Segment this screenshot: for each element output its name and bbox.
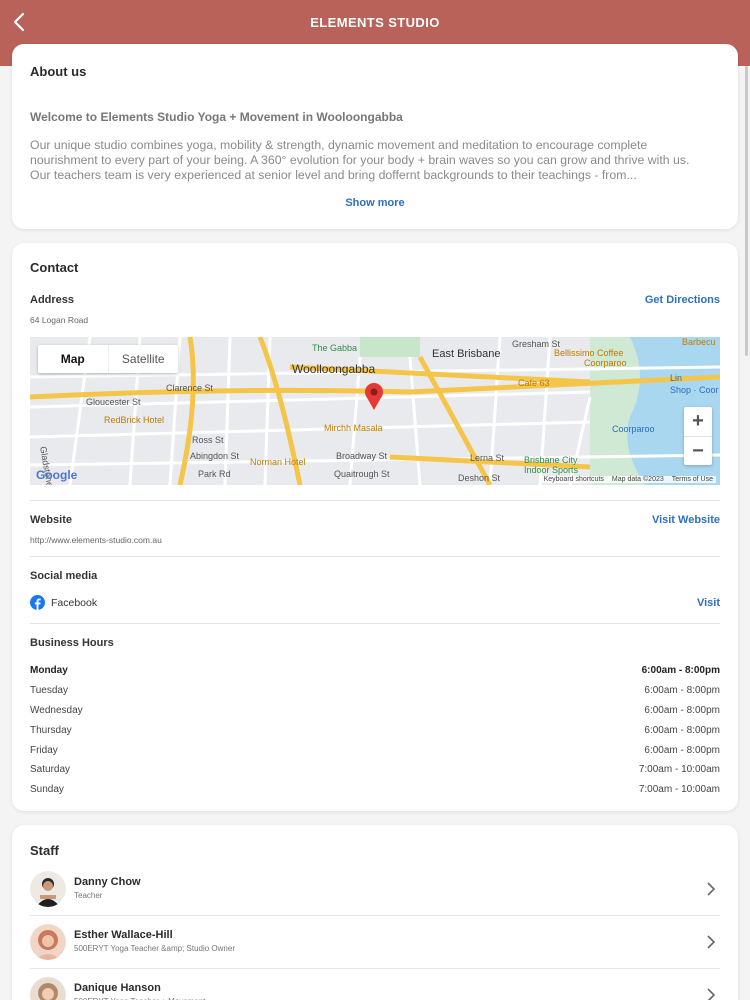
svg-text:Coorparoo: Coorparoo: [612, 424, 655, 434]
chevron-right-icon: [707, 882, 716, 896]
social-media-label: Social media: [30, 570, 98, 582]
staff-name: Danique Hanson: [74, 982, 161, 994]
staff-row-danny-chow[interactable]: Danny Chow Teacher: [30, 863, 720, 916]
map-view[interactable]: The Gabba East Brisbane Woolloongabba Gr…: [30, 337, 720, 485]
svg-text:Ross St: Ross St: [192, 435, 224, 445]
staff-name: Danny Chow: [74, 876, 141, 888]
divider: [30, 500, 720, 501]
svg-text:Woolloongabba: Woolloongabba: [292, 362, 376, 376]
hours-row: Monday 6:00am - 8:00pm: [30, 665, 720, 677]
get-directions-link[interactable]: Get Directions: [645, 294, 720, 306]
svg-text:Indoor Sports: Indoor Sports: [524, 465, 579, 475]
terms-link[interactable]: Terms of Use: [672, 476, 713, 483]
avatar: [30, 924, 66, 960]
svg-text:Brisbane City: Brisbane City: [524, 455, 578, 465]
map-tab[interactable]: Map: [38, 345, 109, 373]
address-value: 64 Logan Road: [30, 315, 89, 325]
google-logo: Google: [36, 468, 78, 482]
about-card: About us Welcome to Elements Studio Yoga…: [12, 44, 738, 229]
svg-text:RedBrick Hotel: RedBrick Hotel: [104, 415, 164, 425]
staff-row-danique-hanson[interactable]: Danique Hanson 500ERYT Yoga Teacher + Mo…: [30, 969, 720, 1000]
svg-text:Quaitrough St: Quaitrough St: [334, 469, 390, 479]
svg-text:Deshon St: Deshon St: [458, 473, 501, 483]
visit-facebook-link[interactable]: Visit: [697, 597, 720, 609]
svg-text:East Brisbane: East Brisbane: [432, 348, 500, 360]
divider: [30, 623, 720, 624]
hours-row: Friday 6:00am - 8:00pm: [30, 744, 720, 756]
zoom-out-button[interactable]: −: [684, 436, 712, 465]
map-data-text: Map data ©2023: [611, 476, 664, 483]
staff-name: Esther Wallace-Hill: [74, 929, 173, 941]
visit-website-link[interactable]: Visit Website: [652, 514, 720, 526]
svg-text:Lerna St: Lerna St: [470, 453, 505, 463]
svg-text:Park Rd: Park Rd: [198, 469, 231, 479]
map-type-toggle: Map Satellite: [38, 345, 178, 373]
svg-text:Cafe 63: Cafe 63: [518, 378, 550, 388]
about-description: Our unique studio combines yoga, mobilit…: [30, 138, 690, 182]
svg-text:Gloucester St: Gloucester St: [86, 397, 141, 407]
page-title: ELEMENTS STUDIO: [310, 15, 440, 30]
contact-title: Contact: [30, 260, 79, 275]
address-label: Address: [30, 294, 75, 306]
staff-card: Staff Danny Chow Teacher Esther Wallace-…: [12, 825, 738, 1000]
hours-row: Wednesday 6:00am - 8:00pm: [30, 704, 720, 716]
website-label: Website: [30, 514, 72, 526]
map-attribution: Keyboard shortcuts Map data ©2023 Terms …: [540, 476, 716, 483]
avatar: [30, 977, 66, 1000]
contact-card: Contact Address 64 Logan Road Get Direct…: [12, 243, 738, 811]
chevron-right-icon: [707, 988, 716, 1000]
svg-text:Broadway St: Broadway St: [336, 451, 388, 461]
svg-text:Clarence St: Clarence St: [166, 383, 214, 393]
svg-text:Norman Hotel: Norman Hotel: [250, 457, 306, 467]
satellite-tab[interactable]: Satellite: [109, 345, 179, 373]
svg-text:Mirchh Masala: Mirchh Masala: [324, 423, 383, 433]
hours-row: Tuesday 6:00am - 8:00pm: [30, 685, 720, 697]
social-item-facebook: Facebook: [30, 595, 97, 610]
staff-title: Staff: [30, 843, 59, 858]
hours-row: Saturday 7:00am - 10:00am: [30, 764, 720, 776]
svg-text:The Gabba: The Gabba: [312, 343, 357, 353]
avatar: [30, 871, 66, 907]
chevron-right-icon: [707, 935, 716, 949]
welcome-heading: Welcome to Elements Studio Yoga + Moveme…: [30, 110, 403, 124]
facebook-icon: [30, 595, 45, 610]
svg-text:Lin: Lin: [670, 373, 682, 383]
svg-text:Barbecu: Barbecu: [682, 337, 716, 347]
zoom-in-button[interactable]: +: [684, 407, 712, 436]
business-hours-list: Monday 6:00am - 8:00pm Tuesday 6:00am - 8:…: [30, 661, 720, 800]
zoom-controls: + −: [684, 407, 712, 465]
divider: [30, 556, 720, 557]
keyboard-shortcuts-link[interactable]: Keyboard shortcuts: [544, 476, 604, 483]
svg-text:Coorparoo: Coorparoo: [584, 358, 627, 368]
staff-role: 500ERYT Yoga Teacher &amp; Studio Owner: [74, 944, 235, 953]
business-hours-label: Business Hours: [30, 637, 114, 649]
svg-text:Shop · Coor: Shop · Coor: [670, 385, 719, 395]
show-more-button[interactable]: Show more: [12, 197, 738, 209]
facebook-label: Facebook: [51, 596, 98, 609]
staff-row-esther-wallace-hill[interactable]: Esther Wallace-Hill 500ERYT Yoga Teacher…: [30, 916, 720, 969]
scrollbar[interactable]: [745, 66, 748, 356]
website-value: http://www.elements-studio.com.au: [30, 535, 162, 545]
hours-row: Sunday 7:00am - 10:00am: [30, 784, 720, 796]
about-title: About us: [30, 64, 87, 79]
hours-row: Thursday 6:00am - 8:00pm: [30, 724, 720, 736]
svg-text:Bellissimo Coffee: Bellissimo Coffee: [554, 348, 623, 358]
svg-text:Abingdon St: Abingdon St: [190, 451, 240, 461]
staff-role: Teacher: [74, 891, 103, 900]
